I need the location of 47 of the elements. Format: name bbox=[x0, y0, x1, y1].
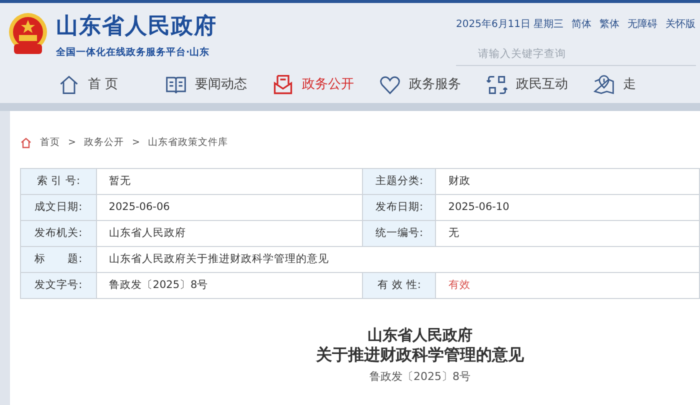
nav-tab[interactable]: 政务公开 bbox=[272, 74, 379, 96]
heart-icon bbox=[379, 74, 401, 96]
field-value: 鲁政发〔2025〕8号 bbox=[96, 272, 363, 298]
field-label: 发布日期: bbox=[362, 194, 436, 220]
map-pin-icon bbox=[593, 74, 615, 96]
header-link[interactable]: 无障碍 bbox=[628, 17, 658, 32]
swap-icon bbox=[486, 74, 508, 96]
document-title: 关于推进财政科学管理的意见 bbox=[316, 345, 524, 365]
field-label: 主题分类: bbox=[362, 168, 436, 194]
emblem-icon bbox=[8, 12, 48, 56]
field-value: 有效 bbox=[436, 272, 700, 298]
field-value: 暂无 bbox=[96, 168, 363, 194]
nav-tab[interactable]: 首 页 bbox=[58, 74, 165, 96]
field-label: 发布机关: bbox=[20, 220, 96, 246]
home-icon bbox=[20, 137, 32, 149]
field-label: 统一编号: bbox=[362, 220, 436, 246]
field-label: 有 效 性: bbox=[362, 272, 436, 298]
breadcrumb-link[interactable]: 首页 bbox=[40, 136, 60, 150]
field-value: 山东省人民政府 bbox=[96, 220, 363, 246]
nav-tab[interactable]: 政民互动 bbox=[486, 74, 593, 96]
breadcrumb-link[interactable]: 政务公开 bbox=[84, 136, 124, 150]
field-value: 无 bbox=[436, 220, 700, 246]
site-subtitle: 全国一体化在线政务服务平台·山东 bbox=[56, 46, 211, 60]
breadcrumb-separator: > bbox=[132, 136, 140, 150]
nav-tab[interactable]: 走 bbox=[593, 74, 700, 96]
field-value: 2025-06-06 bbox=[96, 194, 363, 220]
header-link[interactable]: 简体 bbox=[572, 17, 592, 32]
date-text: 2025年6月11日 星期三 bbox=[456, 18, 564, 32]
field-value: 山东省人民政府关于推进财政科学管理的意见 bbox=[96, 246, 700, 272]
envelope-icon bbox=[272, 74, 294, 96]
header-link[interactable]: 繁体 bbox=[600, 17, 620, 32]
field-label: 索 引 号: bbox=[20, 168, 96, 194]
field-label: 成文日期: bbox=[20, 194, 96, 220]
header-link[interactable]: 关怀版 bbox=[666, 17, 696, 32]
field-label: 发文字号: bbox=[20, 272, 96, 298]
breadcrumb-link[interactable]: 山东省政策文件库 bbox=[148, 136, 228, 150]
field-value: 2025-06-10 bbox=[436, 194, 700, 220]
nav-tab[interactable]: 政务服务 bbox=[379, 74, 486, 96]
house-icon bbox=[58, 74, 80, 96]
site-title: 山东省人民政府 bbox=[56, 16, 217, 38]
field-label: 标 题: bbox=[20, 246, 96, 272]
document-number: 鲁政发〔2025〕8号 bbox=[370, 370, 470, 384]
document-issuer: 山东省人民政府 bbox=[368, 326, 472, 345]
field-value: 财政 bbox=[436, 168, 700, 194]
nav-tab[interactable]: 要闻动态 bbox=[165, 74, 272, 96]
search-field[interactable]: 请输入关键字查询 bbox=[456, 45, 696, 66]
breadcrumb-separator: > bbox=[68, 136, 76, 150]
